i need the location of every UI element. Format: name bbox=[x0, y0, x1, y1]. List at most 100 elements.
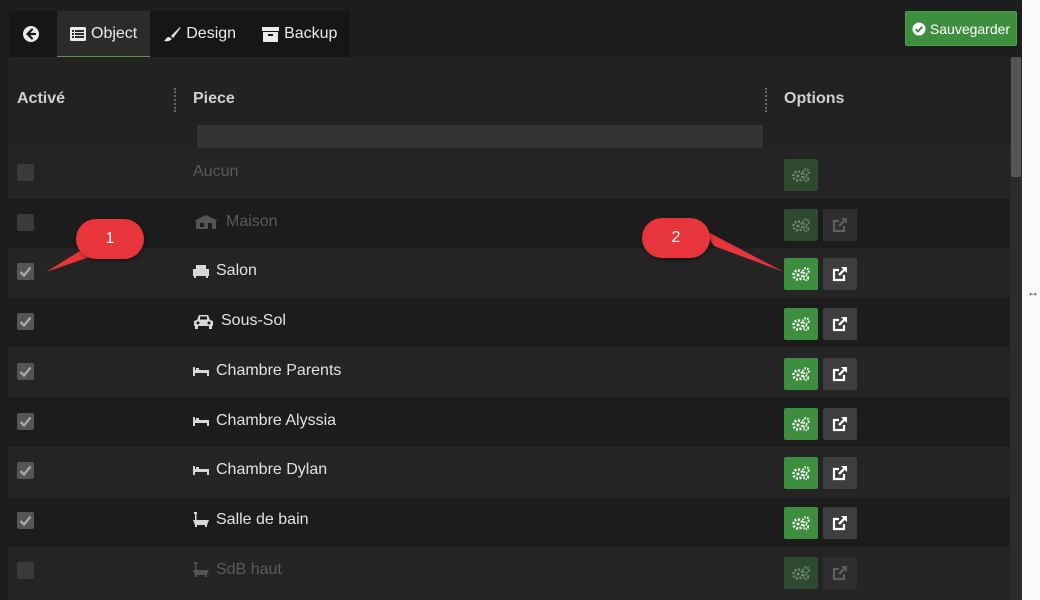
open-link-button[interactable] bbox=[823, 357, 857, 390]
piece-name: Chambre Alyssia bbox=[193, 412, 336, 430]
active-checkbox[interactable] bbox=[17, 164, 34, 181]
cogs-icon bbox=[792, 416, 810, 431]
bed-icon bbox=[193, 366, 213, 376]
bed-icon bbox=[193, 416, 213, 426]
list-icon bbox=[70, 26, 86, 41]
open-link-button[interactable] bbox=[823, 506, 857, 539]
active-checkbox[interactable] bbox=[17, 511, 34, 529]
archive-icon bbox=[262, 26, 280, 42]
configure-button[interactable] bbox=[784, 357, 818, 390]
tab-design[interactable]: Design bbox=[150, 11, 249, 57]
save-button[interactable]: Sauvegarder bbox=[905, 11, 1017, 46]
cogs-icon bbox=[792, 168, 810, 182]
bed-icon bbox=[193, 465, 213, 476]
table-row: Sous-Sol bbox=[8, 298, 1010, 348]
configure-button[interactable] bbox=[784, 308, 818, 341]
arrow-circle-left-icon bbox=[22, 26, 39, 42]
bathtub-icon bbox=[193, 512, 213, 528]
window-edge bbox=[1022, 0, 1040, 600]
external-link-icon bbox=[832, 266, 848, 282]
top-bar: Object Design Backup Sauvegarder bbox=[0, 0, 1040, 57]
back-button[interactable] bbox=[9, 11, 57, 57]
cogs-icon bbox=[792, 217, 810, 232]
callout-1-label: 1 bbox=[105, 230, 115, 247]
configure-button[interactable] bbox=[784, 407, 818, 440]
vertical-scrollbar[interactable] bbox=[1010, 57, 1022, 600]
car-icon bbox=[193, 313, 218, 330]
cogs-icon bbox=[792, 317, 810, 332]
piece-label: Chambre Alyssia bbox=[216, 411, 337, 429]
table-row: Maison bbox=[8, 198, 1010, 248]
piece-name: Aucun bbox=[193, 163, 238, 181]
bathtub-icon bbox=[193, 562, 213, 578]
table-row: Aucun bbox=[8, 149, 1010, 198]
active-checkbox[interactable] bbox=[17, 412, 34, 430]
active-checkbox[interactable] bbox=[17, 263, 34, 281]
configure-button[interactable] bbox=[784, 457, 818, 490]
cogs-icon bbox=[792, 565, 810, 580]
tab-object-label: Object bbox=[91, 24, 138, 42]
configure-button[interactable] bbox=[784, 258, 818, 291]
tab-bar: Object Design Backup bbox=[9, 11, 351, 57]
configure-button[interactable] bbox=[784, 159, 818, 191]
brush-icon bbox=[164, 27, 181, 42]
external-link-icon bbox=[832, 316, 848, 332]
piece-name: Chambre Parents bbox=[193, 362, 341, 380]
external-link-icon bbox=[832, 565, 848, 581]
piece-filter-input[interactable] bbox=[197, 125, 763, 148]
open-link-button[interactable] bbox=[823, 457, 857, 490]
table-row: Salon bbox=[8, 248, 1010, 298]
resize-cursor-icon: ↔ bbox=[1027, 285, 1039, 299]
open-link-button[interactable] bbox=[823, 208, 857, 241]
tab-design-label: Design bbox=[186, 25, 237, 42]
piece-label: SdB haut bbox=[216, 560, 282, 578]
piece-name: Salon bbox=[193, 262, 257, 280]
cogs-icon bbox=[792, 466, 810, 481]
table-header: Activé Piece Options bbox=[8, 57, 1010, 149]
active-checkbox[interactable] bbox=[17, 462, 34, 480]
external-link-icon bbox=[832, 366, 848, 382]
callout-2-label: 2 bbox=[671, 229, 681, 246]
column-resizer[interactable] bbox=[174, 88, 176, 112]
cogs-icon bbox=[792, 516, 810, 530]
tab-object[interactable]: Object bbox=[57, 11, 151, 57]
external-link-icon bbox=[832, 465, 848, 481]
active-checkbox[interactable] bbox=[17, 362, 34, 380]
header-options: Options bbox=[784, 90, 845, 107]
piece-label: Maison bbox=[226, 212, 278, 230]
save-button-label: Sauvegarder bbox=[929, 20, 1011, 37]
active-checkbox[interactable] bbox=[17, 213, 34, 231]
table-row: Chambre Dylan bbox=[8, 447, 1010, 497]
configure-button[interactable] bbox=[784, 556, 818, 589]
external-link-icon bbox=[832, 515, 848, 531]
scrollbar-thumb[interactable] bbox=[1011, 57, 1021, 177]
table-row: Chambre Parents bbox=[8, 347, 1010, 397]
cogs-icon bbox=[792, 267, 810, 282]
piece-name: Sous-Sol bbox=[193, 312, 286, 330]
open-link-button[interactable] bbox=[823, 258, 857, 291]
tab-backup-label: Backup bbox=[284, 25, 338, 42]
piece-name: SdB haut bbox=[193, 561, 282, 579]
table-row: Chambre Alyssia bbox=[8, 397, 1010, 447]
open-link-button[interactable] bbox=[823, 308, 857, 341]
piece-label: Salon bbox=[216, 262, 257, 280]
house-icon bbox=[193, 214, 223, 230]
tab-backup[interactable]: Backup bbox=[249, 11, 350, 57]
configure-button[interactable] bbox=[784, 506, 818, 539]
sofa-icon bbox=[193, 264, 213, 279]
active-checkbox[interactable] bbox=[17, 561, 34, 579]
table-row: SdB haut bbox=[8, 546, 1010, 596]
open-link-button[interactable] bbox=[823, 407, 857, 440]
piece-name: Maison bbox=[193, 213, 278, 231]
objects-table: Activé Piece Options Aucun Maison Salon Sou… bbox=[8, 57, 1010, 600]
external-link-icon bbox=[832, 416, 848, 432]
open-link-button[interactable] bbox=[823, 556, 857, 589]
active-checkbox[interactable] bbox=[17, 313, 34, 331]
configure-button[interactable] bbox=[784, 208, 818, 241]
piece-name: Chambre Dylan bbox=[193, 461, 327, 479]
check-circle-icon bbox=[912, 22, 926, 35]
column-resizer[interactable] bbox=[765, 88, 767, 112]
piece-label: Aucun bbox=[193, 163, 239, 180]
piece-name: Salle de bain bbox=[193, 511, 309, 529]
cogs-icon bbox=[792, 366, 810, 381]
